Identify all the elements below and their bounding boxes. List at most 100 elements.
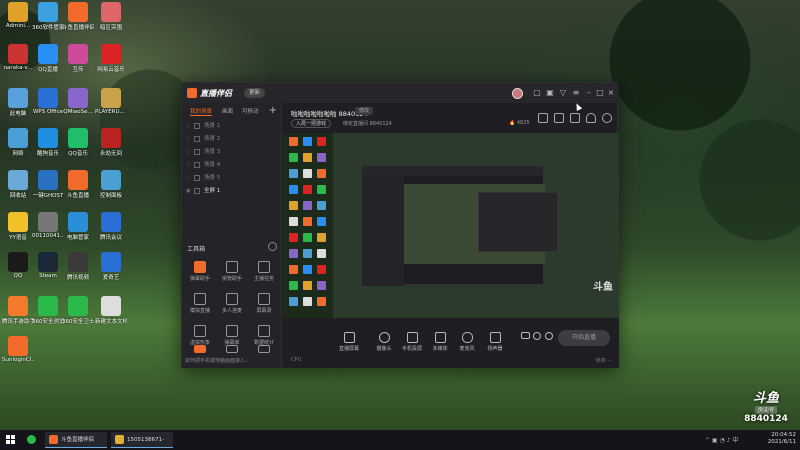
clipboard-icon[interactable] (570, 113, 580, 123)
desktop-icon[interactable]: 斗鱼直播 (62, 170, 94, 199)
tool-more-1[interactable] (185, 345, 215, 353)
windows-start-icon[interactable] (6, 435, 16, 445)
desktop-icon[interactable]: 永劫无间 (95, 128, 127, 157)
desktop-icon[interactable]: 一键GHOST (32, 170, 64, 199)
taskbar-item-folder[interactable]: 1505138671-啊啊... (111, 432, 173, 448)
source-screen-button[interactable]: 直播屏幕 (335, 332, 363, 352)
maximize-icon[interactable]: □ (595, 88, 605, 98)
checkbox-icon[interactable] (194, 174, 200, 181)
tool-danmu-library[interactable]: 弹幕库 (217, 325, 247, 346)
lock-icon[interactable] (554, 113, 564, 123)
desktop-icon[interactable]: 酷狗音乐 (32, 128, 64, 157)
desktop-icon[interactable]: QQ直播 (32, 44, 64, 73)
desktop-icon[interactable]: WPS Office (32, 88, 64, 115)
app-shortcut-icon (68, 212, 88, 232)
desktop-icon[interactable]: 360安全浏览器 (32, 296, 64, 325)
minimize-icon[interactable]: – (584, 88, 594, 98)
tool-danmu-assistant[interactable]: 弹幕助手 (185, 261, 215, 282)
eye-icon[interactable]: ◌ (186, 160, 194, 171)
desktop-icon[interactable]: 新建文本文档 (95, 296, 127, 325)
desktop-icon[interactable]: 暗区突围 (95, 2, 127, 31)
tool-more-3[interactable] (249, 345, 279, 353)
scene-item[interactable]: ◌ 场景 1 (186, 121, 278, 132)
toolbox-settings-icon[interactable] (268, 242, 277, 251)
desktop-icon[interactable]: QQ音乐 (62, 128, 94, 157)
update-pill[interactable]: 更新 (244, 88, 266, 98)
desktop-icon[interactable]: 360软件管家 (32, 2, 64, 31)
desktop-icon[interactable]: Steam (32, 252, 64, 279)
desktop-icon[interactable]: 控制面板 (95, 170, 127, 199)
desktop-icon[interactable]: 网易云音乐 (95, 44, 127, 73)
settings-icon[interactable]: ▽ (558, 88, 568, 98)
microphone-button[interactable]: 麦克风 (453, 332, 481, 352)
source-media-button[interactable]: 多媒体 (426, 332, 454, 352)
checkbox-icon[interactable] (194, 148, 200, 155)
scene-item[interactable]: ◌ 场景 5 (186, 173, 278, 184)
help-link[interactable]: 如何把手机或电脑画面接入... (185, 357, 250, 364)
source-phone-button[interactable]: 手机投屏 (398, 332, 426, 352)
message-icon[interactable]: ▢ (532, 88, 542, 98)
tool-screen-record[interactable]: 屏幕录 (249, 293, 279, 314)
desktop-icon[interactable]: 电脑管家 (62, 212, 94, 241)
scene-item[interactable]: ◌ 场景 3 (186, 147, 278, 158)
system-tray[interactable]: ⌃ ▣ ◔ ♪ 中 (705, 435, 738, 444)
desktop-icon[interactable]: 回收站 (2, 170, 34, 199)
desktop-icon[interactable]: 此电脑 (2, 88, 34, 117)
start-live-button[interactable]: 开始直播 (558, 330, 610, 346)
desktop-icon[interactable]: 斗鱼直播伴侣 (62, 2, 94, 31)
desktop-icon[interactable]: 00110041... (32, 212, 64, 239)
tool-virtual-avatar[interactable]: 虚拟形象 (185, 325, 215, 346)
desktop-icon[interactable]: QMiaoSe... (62, 88, 94, 115)
tool-more-2[interactable] (217, 345, 247, 353)
taskbar-item-live-companion[interactable]: 斗鱼直播伴侣 (45, 432, 107, 448)
desktop-icon[interactable]: QQ (2, 252, 34, 279)
desktop-icon[interactable]: YY语音 (2, 212, 34, 241)
eye-icon[interactable]: ◉ (186, 186, 194, 197)
skin-icon[interactable]: ▣ (545, 88, 555, 98)
eye-icon[interactable]: ◌ (186, 147, 194, 158)
close-icon[interactable]: × (606, 88, 616, 98)
eye-icon[interactable]: ◌ (186, 134, 194, 145)
desktop-icon[interactable]: 腾讯会议 (95, 212, 127, 241)
desktop-icon[interactable]: 互传 (62, 44, 94, 73)
desktop-icon[interactable]: SunloginCl... (2, 336, 34, 363)
scene-item[interactable]: ◌ 场景 4 (186, 160, 278, 171)
desktop-icon[interactable]: 爱奇艺 (95, 252, 127, 281)
share-icon[interactable] (602, 113, 612, 123)
edit-title-button[interactable]: 修改 (355, 107, 374, 115)
menu-icon[interactable]: ≡ (571, 88, 581, 98)
scene-item-active[interactable]: ◉ 全屏 1 (186, 186, 278, 197)
user-avatar[interactable] (512, 88, 523, 99)
tool-host-tasks[interactable]: 主播任务 (249, 261, 279, 282)
tab-scenes[interactable]: 我的场景 (190, 107, 213, 116)
speaker-button[interactable]: 扬声器 (481, 332, 509, 352)
add-scene-icon[interactable]: + (269, 105, 277, 116)
category-pill[interactable]: 入局一把游戏 (291, 119, 332, 128)
live-preview[interactable]: 斗鱼 (283, 133, 619, 318)
checkbox-icon[interactable] (194, 187, 200, 194)
desktop-icon[interactable]: 腾讯视频 (62, 252, 94, 281)
tool-room-admin[interactable]: 房管助手 (217, 261, 247, 282)
shop-icon[interactable] (538, 113, 548, 123)
tool-data-stats[interactable]: 数据统计 (249, 325, 279, 346)
scene-item[interactable]: ◌ 场景 2 (186, 134, 278, 145)
desktop-icon[interactable]: 网络 (2, 128, 34, 157)
eye-icon[interactable]: ◌ (186, 121, 194, 132)
checkbox-icon[interactable] (194, 122, 200, 129)
tab-canvas[interactable]: 画面 (222, 107, 233, 115)
checkbox-icon[interactable] (194, 161, 200, 168)
tab-movable[interactable]: 可移动 (242, 107, 259, 115)
desktop-icon[interactable]: naraka-v... (2, 44, 34, 71)
checkbox-icon[interactable] (194, 135, 200, 142)
desktop-icon[interactable]: 腾讯手游助手 (2, 296, 34, 325)
tool-simulate-live[interactable]: 模拟直播 (185, 293, 215, 314)
bell-icon[interactable] (586, 113, 596, 123)
eye-icon[interactable]: ◌ (186, 173, 194, 184)
taskbar-clock[interactable]: 20:04:52 2021/6/11 (762, 432, 796, 446)
taskbar-app-icon[interactable] (26, 432, 38, 448)
tool-multi-mic[interactable]: 多人连麦 (217, 293, 247, 314)
source-camera-button[interactable]: 摄像头 (370, 332, 398, 352)
desktop-icon[interactable]: 360安全卫士 (62, 296, 94, 325)
desktop-icon[interactable]: PLAYERU... BATTLEG... (95, 88, 127, 115)
desktop-icon[interactable]: Admini... (2, 2, 34, 29)
